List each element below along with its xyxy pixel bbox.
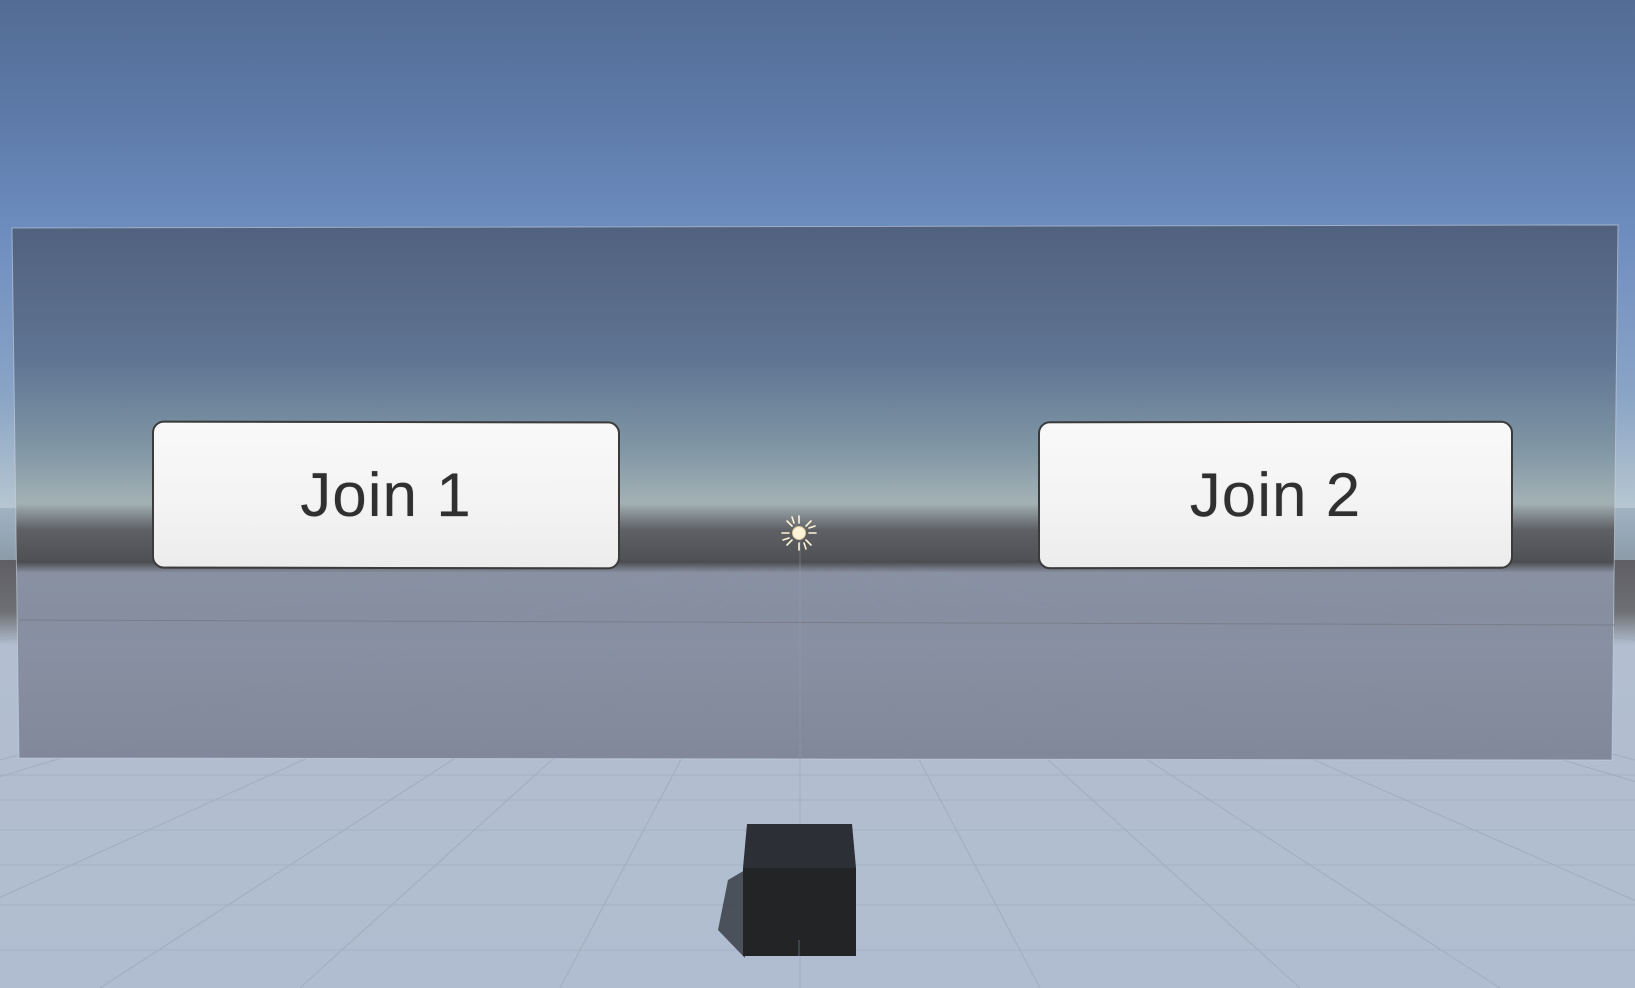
join-1-label: Join 1 (300, 460, 472, 530)
cube-object[interactable] (700, 820, 870, 960)
join-2-button[interactable]: Join 2 (1038, 420, 1513, 570)
directional-light-icon[interactable] (780, 514, 818, 552)
join-2-label: Join 2 (1189, 460, 1362, 530)
scene-view: Join 1 Join 2 (0, 0, 1635, 988)
join-1-button[interactable]: Join 1 (152, 420, 620, 570)
